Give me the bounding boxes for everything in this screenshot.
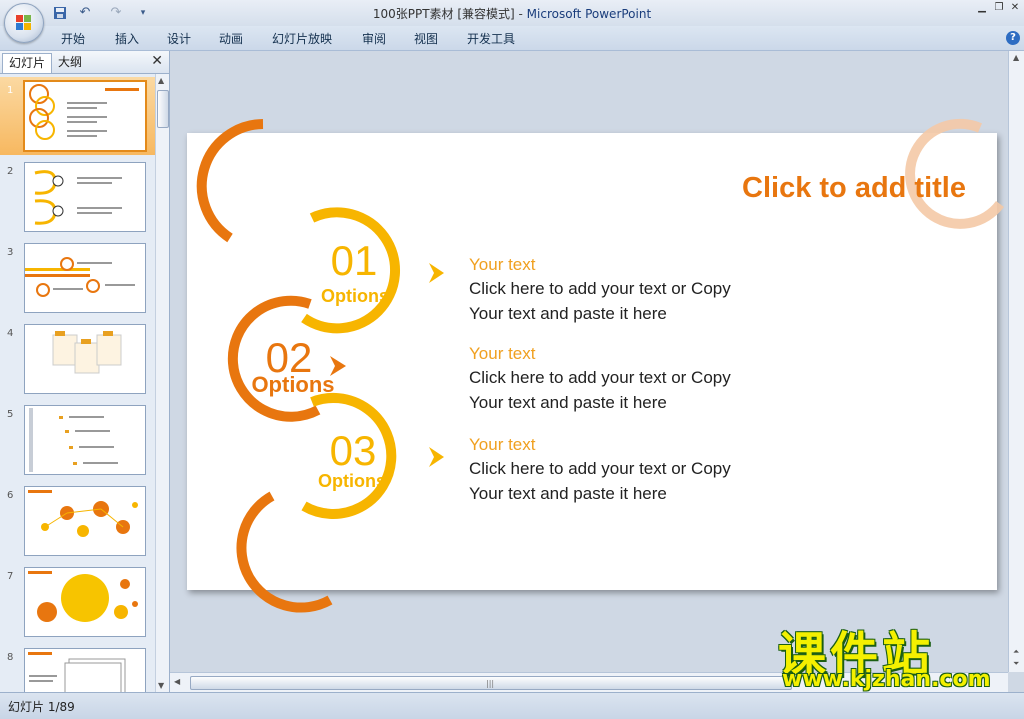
- slide-number: 4: [7, 328, 14, 339]
- slide-thumbnail[interactable]: 4: [0, 320, 155, 398]
- tab-slideshow[interactable]: 幻灯片放映: [272, 30, 332, 47]
- chevron-right-icon: [429, 263, 444, 283]
- option-number: 01: [331, 237, 378, 284]
- item-body-line[interactable]: Click here to add your text or Copy: [469, 279, 731, 298]
- item-heading[interactable]: Your text: [469, 435, 536, 454]
- option-label: Options: [318, 471, 386, 491]
- slide-preview: [24, 243, 146, 313]
- item-body-line[interactable]: Your text and paste it here: [469, 484, 667, 503]
- title-bar: ↶ ↷ ▾ 100张PPT素材 [兼容模式] - Microsoft Power…: [0, 0, 1024, 26]
- minimize-icon[interactable]: ▁: [975, 2, 989, 14]
- chevron-right-icon: [429, 447, 444, 467]
- slide-number: 6: [7, 490, 14, 501]
- slide-vertical-scrollbar[interactable]: ▲ ⏶ ⏷: [1008, 51, 1024, 672]
- slide-preview: [24, 405, 146, 475]
- slide-thumbnail[interactable]: 5: [0, 401, 155, 479]
- scroll-left-icon[interactable]: ◀: [174, 677, 180, 686]
- scrollbar-thumb[interactable]: [157, 90, 169, 128]
- thumbnail-scrollbar[interactable]: ▲ ▼: [155, 74, 169, 692]
- slide-number: 3: [7, 247, 14, 258]
- scroll-up-icon[interactable]: ▲: [158, 76, 164, 85]
- slide-preview: [24, 486, 146, 556]
- slide-thumbnail[interactable]: 6: [0, 482, 155, 560]
- scrollbar-thumb[interactable]: |||: [190, 676, 792, 690]
- slide-number: 7: [7, 571, 14, 582]
- scroll-down-icon[interactable]: ▼: [158, 681, 164, 690]
- item-heading[interactable]: Your text: [469, 344, 536, 363]
- status-bar: 幻灯片 1/89: [0, 692, 1024, 719]
- option-label: Options: [321, 286, 389, 306]
- slide-counter: 幻灯片 1/89: [8, 700, 75, 714]
- tab-developer[interactable]: 开发工具: [467, 30, 515, 47]
- slide-number: 5: [7, 409, 14, 420]
- scroll-up-icon[interactable]: ▲: [1013, 53, 1019, 62]
- grip-icon: |||: [486, 679, 495, 688]
- restore-icon[interactable]: ❐: [992, 2, 1006, 14]
- item-body-line[interactable]: Click here to add your text or Copy: [469, 459, 731, 478]
- slide-number: 1: [7, 85, 14, 96]
- item-body-line[interactable]: Your text and paste it here: [469, 393, 667, 412]
- slide-thumbnail[interactable]: 1: [0, 77, 155, 155]
- application-name: Microsoft PowerPoint: [526, 7, 652, 21]
- site-watermark: 课件站 www.kjzhan.com: [770, 615, 1010, 695]
- slide-preview: [24, 324, 146, 394]
- slide-preview: [24, 162, 146, 232]
- document-title: 100张PPT素材 [兼容模式]: [372, 7, 515, 21]
- office-logo-icon: [16, 15, 32, 31]
- close-icon[interactable]: ✕: [1008, 2, 1022, 14]
- slide-preview: [24, 567, 146, 637]
- slide-preview: [23, 80, 147, 152]
- slide-thumbnail[interactable]: 8: [0, 644, 155, 692]
- tab-view[interactable]: 视图: [414, 30, 438, 47]
- slide-number: 2: [7, 166, 14, 177]
- close-pane-icon[interactable]: ✕: [151, 53, 163, 69]
- pane-tabs: 幻灯片 大纲 ✕: [0, 51, 169, 74]
- slide-thumbnail[interactable]: 7: [0, 563, 155, 641]
- slide-number: 8: [7, 652, 14, 663]
- item-heading[interactable]: Your text: [469, 255, 536, 274]
- title-separator: -: [514, 7, 527, 21]
- slides-pane: 幻灯片 大纲 ✕ 1 2 3 4 5 6 7 8 ▲ ▼: [0, 51, 170, 692]
- previous-slide-icon[interactable]: ⏶: [1013, 647, 1019, 657]
- slide-artwork: 01 Options 02 Options 03 Options Click t…: [196, 118, 1004, 613]
- tab-review[interactable]: 审阅: [362, 30, 386, 47]
- window-title: 100张PPT素材 [兼容模式] - Microsoft PowerPoint: [0, 5, 1024, 22]
- tab-design[interactable]: 设计: [167, 30, 191, 47]
- orange-arc: [196, 119, 264, 243]
- slide-thumbnail[interactable]: 3: [0, 239, 155, 317]
- slide-preview: [24, 648, 146, 692]
- tab-outline[interactable]: 大纲: [52, 53, 88, 72]
- tab-animations[interactable]: 动画: [219, 30, 243, 47]
- option-number: 03: [330, 427, 377, 474]
- item-body-line[interactable]: Click here to add your text or Copy: [469, 368, 731, 387]
- slide-thumbnail[interactable]: 2: [0, 158, 155, 236]
- next-slide-icon[interactable]: ⏷: [1013, 659, 1019, 669]
- option-label: Options: [251, 372, 334, 397]
- tab-home[interactable]: 开始: [61, 30, 85, 47]
- item-body-line[interactable]: Your text and paste it here: [469, 304, 667, 323]
- slide-thumbnail-list: 1 2 3 4 5 6 7 8: [0, 74, 155, 692]
- tab-slides[interactable]: 幻灯片: [2, 53, 53, 73]
- ribbon-tab-bar: 开始 插入 设计 动画 幻灯片放映 审阅 视图 开发工具 ?: [0, 26, 1024, 51]
- help-icon[interactable]: ?: [1006, 31, 1020, 45]
- tab-insert[interactable]: 插入: [115, 30, 139, 47]
- office-button[interactable]: [4, 3, 44, 43]
- slide-title[interactable]: Click to add title: [742, 172, 966, 204]
- watermark-url: www.kjzhan.com: [782, 667, 991, 692]
